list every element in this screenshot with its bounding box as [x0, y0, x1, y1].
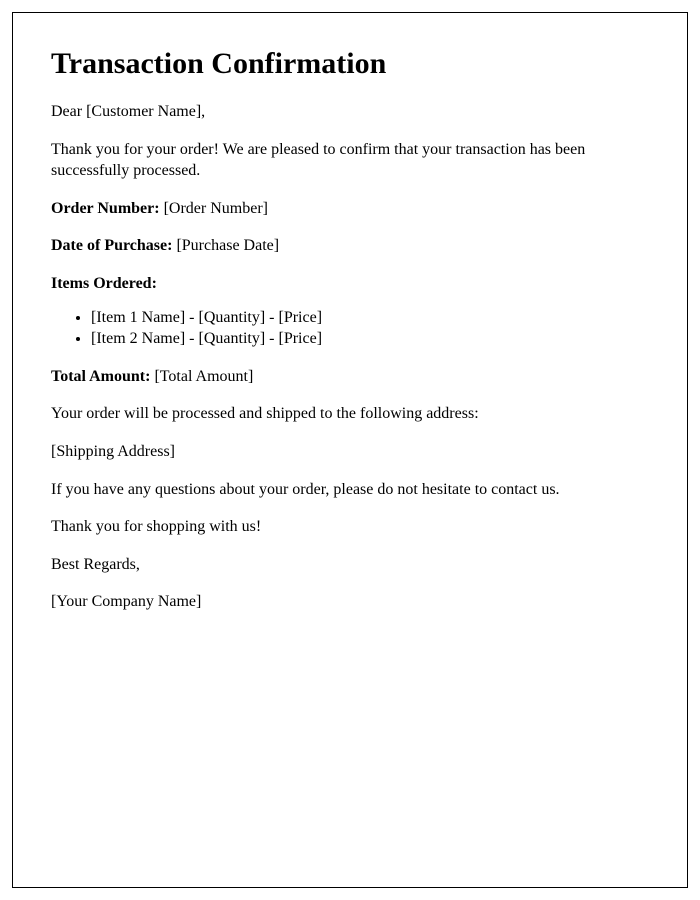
list-item: [Item 1 Name] - [Quantity] - [Price] [91, 307, 649, 329]
thanks-line: Thank you for shopping with us! [51, 516, 649, 538]
order-number-line: Order Number: [Order Number] [51, 198, 649, 220]
company-name: [Your Company Name] [51, 591, 649, 613]
items-ordered-line: Items Ordered: [51, 273, 649, 295]
total-amount-value: [Total Amount] [150, 368, 253, 385]
purchase-date-value: [Purchase Date] [172, 237, 279, 254]
shipping-address: [Shipping Address] [51, 441, 649, 463]
closing-line: Best Regards, [51, 554, 649, 576]
questions-paragraph: If you have any questions about your ord… [51, 479, 649, 501]
page-title: Transaction Confirmation [51, 47, 649, 81]
shipping-intro: Your order will be processed and shipped… [51, 403, 649, 425]
greeting-line: Dear [Customer Name], [51, 101, 649, 123]
items-ordered-label: Items Ordered: [51, 275, 157, 292]
intro-paragraph: Thank you for your order! We are pleased… [51, 139, 649, 182]
order-number-value: [Order Number] [160, 200, 268, 217]
purchase-date-label: Date of Purchase: [51, 237, 172, 254]
purchase-date-line: Date of Purchase: [Purchase Date] [51, 235, 649, 257]
total-amount-label: Total Amount: [51, 368, 150, 385]
document-page: Transaction Confirmation Dear [Customer … [12, 12, 688, 888]
order-number-label: Order Number: [51, 200, 160, 217]
list-item: [Item 2 Name] - [Quantity] - [Price] [91, 328, 649, 350]
total-amount-line: Total Amount: [Total Amount] [51, 366, 649, 388]
items-list: [Item 1 Name] - [Quantity] - [Price] [It… [91, 307, 649, 350]
